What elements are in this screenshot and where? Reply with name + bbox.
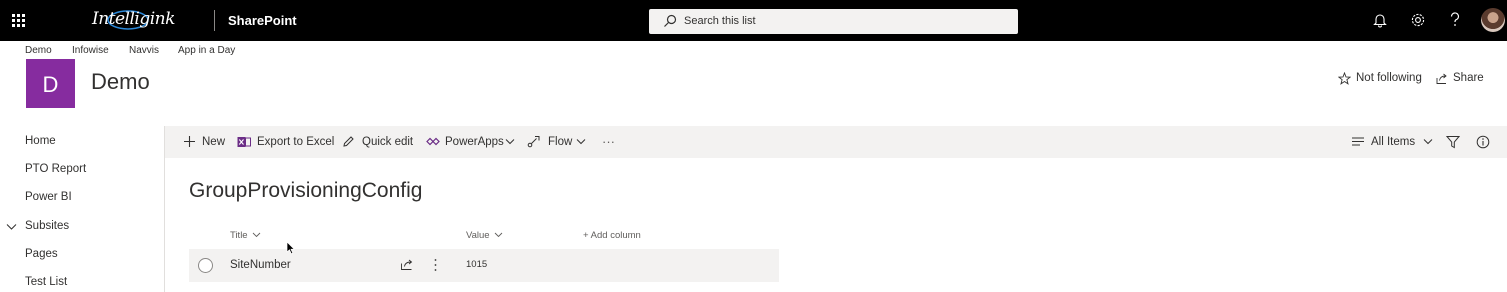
chevron-down-icon[interactable] [6, 223, 17, 231]
chevron-down-icon [494, 232, 503, 238]
powerapps-icon [426, 137, 440, 146]
chevron-down-icon [505, 139, 515, 145]
filter-icon[interactable] [1446, 135, 1460, 149]
search-input[interactable]: Search this list [684, 15, 756, 27]
share-icon[interactable] [400, 258, 414, 271]
nav-item-pto-report[interactable]: PTO Report [25, 163, 86, 175]
powerapps-label: PowerApps [445, 136, 504, 148]
chevron-down-icon [252, 232, 261, 238]
more-icon: ··· [602, 134, 615, 149]
view-list-icon [1352, 137, 1364, 146]
brand-logo[interactable]: Intelligink [92, 9, 175, 31]
search-box[interactable]: Search this list [649, 9, 1018, 34]
mouse-cursor-icon [286, 241, 296, 255]
row-value: 1015 [466, 259, 488, 270]
app-name[interactable]: SharePoint [228, 13, 297, 28]
row-select-checkbox[interactable] [198, 258, 213, 273]
chevron-down-icon [576, 139, 586, 145]
hub-link-navvis[interactable]: Navvis [129, 45, 159, 56]
plus-icon [184, 136, 195, 147]
hub-link-infowise[interactable]: Infowise [72, 45, 109, 56]
nav-item-pages[interactable]: Pages [25, 248, 58, 260]
list-title: GroupProvisioningConfig [189, 179, 423, 202]
nav-item-subsites[interactable]: Subsites [25, 220, 69, 232]
site-logo[interactable]: D [26, 59, 75, 108]
pencil-icon [343, 136, 354, 147]
column-value-label: Value [466, 230, 490, 241]
site-title[interactable]: Demo [91, 69, 150, 95]
nav-item-test-list[interactable]: Test List [25, 276, 67, 288]
column-header-title[interactable]: Title [230, 230, 261, 241]
app-launcher-icon[interactable] [12, 14, 25, 27]
gear-icon[interactable] [1410, 12, 1426, 28]
avatar[interactable] [1481, 8, 1505, 32]
share-icon [1436, 73, 1447, 84]
search-icon [664, 14, 677, 27]
hub-link-demo[interactable]: Demo [25, 45, 52, 56]
left-nav: Home PTO Report Power BI Subsites Pages … [0, 126, 165, 292]
suite-divider [214, 10, 215, 31]
star-icon [1338, 72, 1351, 85]
command-bar: New Export to Excel Quick edit PowerApps… [165, 126, 1507, 158]
share-label: Share [1453, 72, 1484, 84]
nav-item-home[interactable]: Home [25, 135, 56, 147]
flow-label: Flow [548, 136, 573, 148]
nav-item-power-bi[interactable]: Power BI [25, 191, 72, 203]
export-label: Export to Excel [257, 136, 335, 148]
quick-edit-label: Quick edit [362, 136, 414, 148]
hub-link-app-in-a-day[interactable]: App in a Day [178, 45, 235, 56]
flow-icon [527, 136, 540, 148]
add-column-button[interactable]: + Add column [583, 230, 641, 241]
more-actions-icon[interactable] [433, 258, 438, 272]
view-label: All Items [1371, 136, 1416, 148]
column-title-label: Title [230, 230, 248, 241]
brand-logo-text: Intelligink [92, 9, 175, 29]
info-icon[interactable] [1476, 135, 1490, 149]
suite-bar: Intelligink SharePoint Search this list [0, 0, 1507, 41]
bell-icon[interactable] [1373, 12, 1387, 28]
new-label: New [202, 136, 226, 148]
follow-label: Not following [1356, 72, 1422, 84]
chevron-down-icon [1423, 139, 1433, 145]
row-title[interactable]: SiteNumber [230, 259, 291, 271]
column-header-value[interactable]: Value [466, 230, 503, 241]
table-row[interactable]: SiteNumber 1015 [189, 249, 779, 282]
excel-icon [237, 137, 251, 147]
help-icon[interactable] [1449, 12, 1461, 28]
